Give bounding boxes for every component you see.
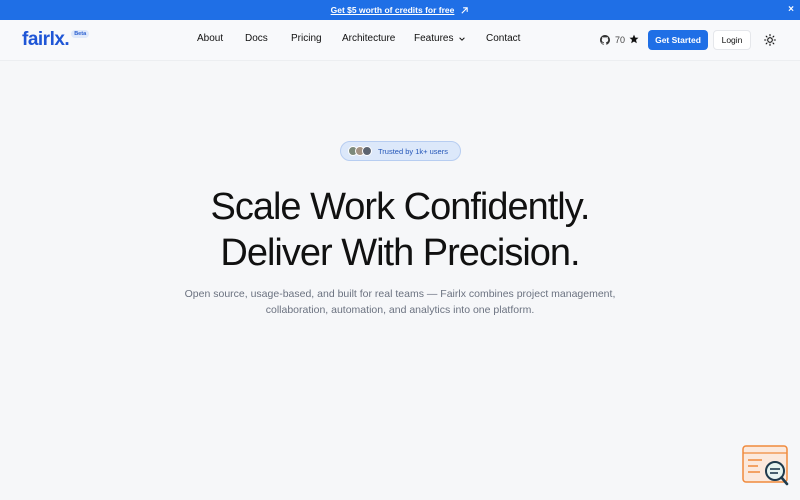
get-started-button[interactable]: Get Started [648, 30, 708, 50]
avatar-group [348, 146, 372, 156]
hero-subtext: Open source, usage-based, and built for … [150, 286, 650, 318]
nav-docs[interactable]: Docs [245, 33, 268, 44]
nav-contact[interactable]: Contact [486, 33, 520, 44]
navbar: fairlx. Beta About Docs Pricing Architec… [0, 20, 800, 61]
star-count: 70 [615, 35, 626, 45]
sun-icon[interactable] [764, 34, 776, 46]
headline-line-1: Scale Work Confidently. [210, 186, 591, 228]
promo-link[interactable]: Get $5 worth of credits for free [331, 5, 470, 15]
nav-features-label: Features [414, 33, 454, 44]
chat-widget-icon[interactable] [742, 445, 790, 487]
chevron-down-icon [459, 36, 466, 41]
hero-headline: Scale Work Confidently. Deliver With Pre… [0, 184, 800, 276]
logo-text: fairlx. [22, 29, 70, 50]
nav-features[interactable]: Features [414, 33, 466, 44]
close-icon[interactable]: × [788, 3, 794, 17]
beta-badge: Beta [71, 30, 90, 38]
subtext-line-1: Open source, usage-based, and built for … [184, 288, 616, 300]
logo[interactable]: fairlx. Beta [22, 29, 90, 51]
nav-architecture[interactable]: Architecture [342, 33, 395, 44]
headline-line-2: Deliver With Precision. [220, 232, 580, 274]
nav-pricing[interactable]: Pricing [291, 33, 322, 44]
login-button[interactable]: Login [713, 30, 751, 50]
promo-text: Get $5 worth of credits for free [330, 5, 455, 15]
promo-bar: Get $5 worth of credits for free × [0, 0, 800, 20]
github-icon[interactable] [600, 35, 610, 45]
trust-text: Trusted by 1k+ users [378, 146, 448, 156]
external-arrow-icon [461, 6, 469, 14]
nav-about[interactable]: About [197, 33, 223, 44]
subtext-line-2: collaboration, automation, and analytics… [265, 304, 535, 316]
avatar [362, 146, 372, 156]
trust-badge: Trusted by 1k+ users [340, 141, 461, 161]
star-icon[interactable] [629, 34, 639, 44]
